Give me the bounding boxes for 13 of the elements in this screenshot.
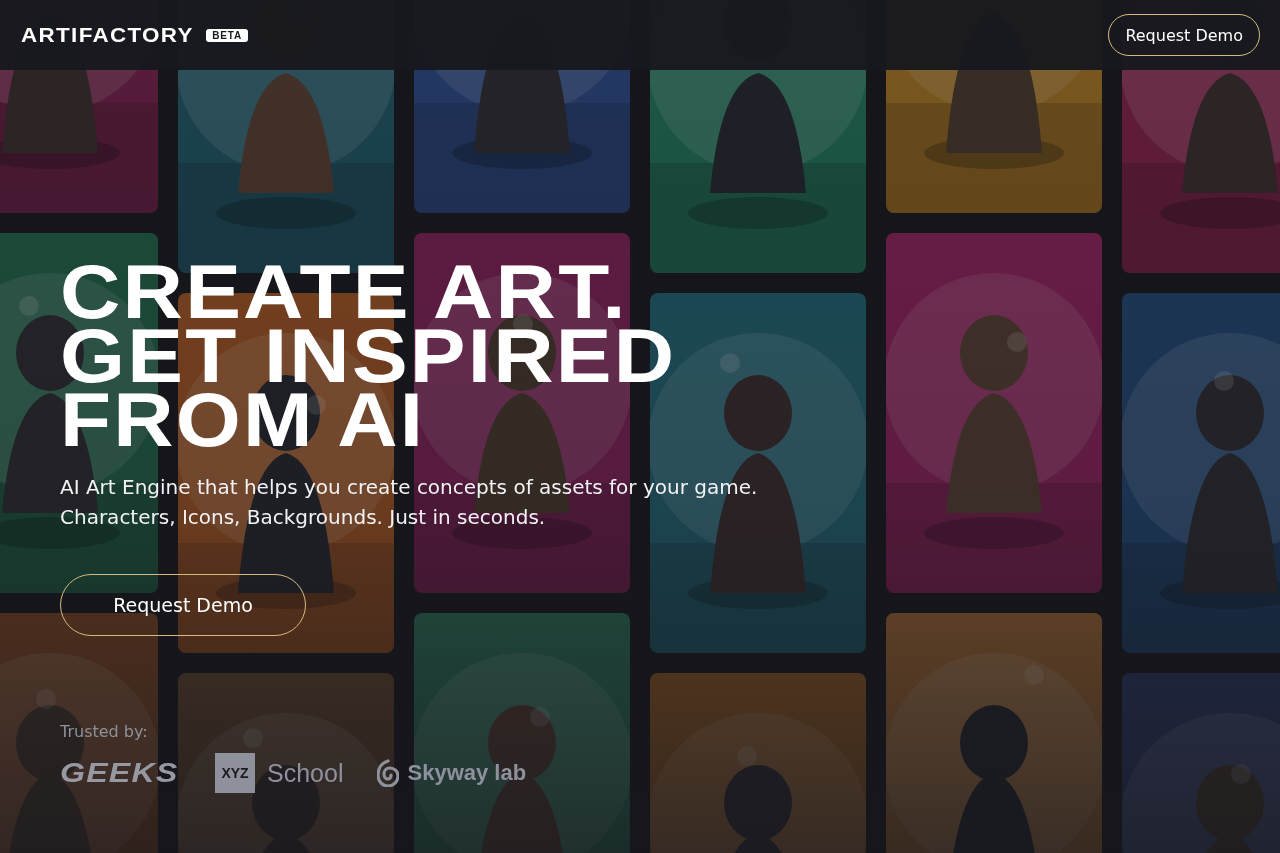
logo-wordmark: School xyxy=(267,758,344,788)
headline-line: FROM AI xyxy=(60,388,426,452)
logo-wordmark[interactable]: ARTIFACTORY xyxy=(21,23,194,47)
trusted-by-label: Trusted by: xyxy=(60,722,148,742)
headline-line: CREATE ART. xyxy=(60,260,628,324)
geeks-logo: GEEKS xyxy=(60,757,179,789)
headline-line: GET INSPIRED xyxy=(60,324,677,388)
beta-badge: BETA xyxy=(206,28,248,42)
logo-mark: XYZ xyxy=(215,753,256,793)
spiral-icon xyxy=(377,759,400,787)
subtitle-line: AI Art Engine that helps you create concepts of assets for your game. xyxy=(60,474,758,501)
logo-wordmark: Skyway lab xyxy=(407,760,527,786)
subtitle-line: Characters, Icons, Backgrounds. Just in seconds. xyxy=(60,504,546,531)
